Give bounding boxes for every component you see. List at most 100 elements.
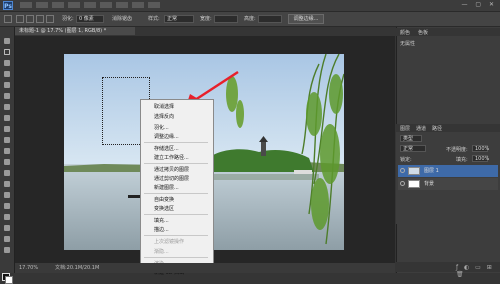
fill-input[interactable]: 100% bbox=[472, 155, 489, 162]
history-brush-tool-icon[interactable] bbox=[2, 136, 12, 144]
eye-icon[interactable] bbox=[400, 168, 405, 173]
intersect-selection-icon[interactable] bbox=[46, 15, 54, 23]
feather-label: 羽化: bbox=[62, 16, 74, 22]
opacity-input[interactable]: 100% bbox=[472, 145, 489, 152]
context-menu-item[interactable]: 通过拷贝的图层 bbox=[154, 166, 212, 174]
layer-actions-icons[interactable]: ƒ ◐ ▭ ⊞ 🗑 bbox=[456, 264, 500, 278]
eraser-tool-icon[interactable] bbox=[2, 147, 12, 155]
menu-item[interactable] bbox=[100, 2, 112, 8]
menu-item[interactable] bbox=[132, 2, 144, 8]
blur-tool-icon[interactable] bbox=[2, 169, 12, 177]
zoom-level[interactable]: 17.70% bbox=[19, 263, 38, 273]
tab-paths[interactable]: 路径 bbox=[432, 125, 442, 132]
add-selection-icon[interactable] bbox=[26, 15, 34, 23]
background-color-swatch[interactable] bbox=[5, 276, 13, 284]
menu-item[interactable] bbox=[148, 2, 160, 8]
context-menu-item[interactable]: 存储选区... bbox=[154, 145, 212, 153]
brush-tool-icon[interactable] bbox=[2, 114, 12, 122]
status-bar: 17.70% 文档:20.1M/20.1M bbox=[15, 263, 395, 273]
pavilion bbox=[294, 170, 312, 174]
blend-mode-select[interactable]: 正常 bbox=[400, 145, 426, 152]
feather-input[interactable]: 0 像素 bbox=[76, 15, 104, 23]
layer-thumbnail bbox=[408, 167, 420, 175]
opacity-label: 不透明度: bbox=[446, 147, 468, 153]
hand-tool-icon[interactable] bbox=[2, 235, 12, 243]
layer-name: 背景 bbox=[424, 181, 435, 187]
tab-layers[interactable]: 图层 bbox=[400, 125, 410, 132]
tab-swatches[interactable]: 色板 bbox=[418, 29, 428, 36]
context-menu-item[interactable]: 建立工作路径... bbox=[154, 154, 212, 162]
tab-channels[interactable]: 通道 bbox=[416, 125, 426, 132]
marquee-tool-preset-icon[interactable] bbox=[4, 15, 12, 23]
refine-edge-button[interactable]: 调整边缘... bbox=[288, 14, 324, 24]
menu-separator bbox=[144, 193, 208, 194]
layer-thumbnail bbox=[408, 180, 420, 188]
willow-leaves bbox=[306, 74, 343, 230]
menu-separator bbox=[144, 142, 208, 143]
island-reflection bbox=[199, 174, 319, 180]
height-input[interactable] bbox=[258, 15, 282, 23]
width-input[interactable] bbox=[214, 15, 238, 23]
menu-item[interactable] bbox=[52, 2, 64, 8]
menu-separator bbox=[144, 214, 208, 215]
options-bar: 羽化: 0 像素 消除锯齿 样式: 正常 宽度: 高度: 调整边缘... bbox=[0, 12, 500, 27]
eye-icon[interactable] bbox=[400, 181, 405, 186]
pen-tool-icon[interactable] bbox=[2, 191, 12, 199]
path-selection-tool-icon[interactable] bbox=[2, 213, 12, 221]
quick-select-tool-icon[interactable] bbox=[2, 70, 12, 78]
menu-item[interactable] bbox=[116, 2, 128, 8]
healing-brush-tool-icon[interactable] bbox=[2, 103, 12, 111]
context-menu-item[interactable]: 取消选择 bbox=[154, 103, 212, 111]
fill-label: 填充: bbox=[456, 157, 468, 163]
lasso-tool-icon[interactable] bbox=[2, 59, 12, 67]
menu-separator bbox=[144, 257, 208, 258]
document-size[interactable]: 文档:20.1M/20.1M bbox=[55, 263, 99, 273]
tools-panel bbox=[0, 27, 15, 284]
eyedropper-tool-icon[interactable] bbox=[2, 92, 12, 100]
window-controls[interactable]: — ▢ ✕ bbox=[461, 1, 497, 8]
layer-row[interactable]: 背景 bbox=[398, 178, 498, 190]
clone-stamp-tool-icon[interactable] bbox=[2, 125, 12, 133]
context-menu-item[interactable]: 调整边缘... bbox=[154, 133, 212, 141]
rectangle-tool-icon[interactable] bbox=[2, 224, 12, 232]
menu-item[interactable] bbox=[84, 2, 96, 8]
layer-filter-select[interactable]: 类型 bbox=[400, 135, 422, 142]
context-menu-items: 取消选择选择反向羽化... 调整边缘... 存储选区... 建立工作路径... 通过拷贝… bbox=[140, 99, 214, 276]
document-tab[interactable]: 未标题-1 @ 17.7% (图层 1, RGB/8) * bbox=[15, 27, 135, 35]
menu-item[interactable] bbox=[68, 2, 80, 8]
zoom-tool-icon[interactable] bbox=[2, 246, 12, 254]
context-menu-item[interactable]: 自由变换 bbox=[154, 196, 212, 204]
new-selection-icon[interactable] bbox=[16, 15, 24, 23]
type-tool-icon[interactable] bbox=[2, 202, 12, 210]
antialias-checkbox[interactable]: 消除锯齿 bbox=[112, 15, 132, 22]
context-menu-item[interactable]: 新建图层... bbox=[154, 184, 212, 192]
context-menu-item[interactable]: 填充... bbox=[154, 217, 212, 225]
context-menu-item[interactable]: 描边... bbox=[154, 226, 212, 234]
height-label: 高度: bbox=[244, 16, 256, 22]
dodge-tool-icon[interactable] bbox=[2, 180, 12, 188]
style-select[interactable]: 正常 bbox=[164, 15, 194, 23]
photoshop-logo: Ps bbox=[3, 1, 13, 10]
move-tool-icon[interactable] bbox=[2, 37, 12, 45]
layers-panel-tabs: 图层 通道 路径 bbox=[396, 124, 500, 132]
context-menu-item[interactable]: 通过剪切的图层 bbox=[154, 175, 212, 183]
crop-tool-icon[interactable] bbox=[2, 81, 12, 89]
layers-panel-footer: ƒ ◐ ▭ ⊞ 🗑 bbox=[396, 262, 500, 278]
context-menu-item[interactable]: 选择反向 bbox=[154, 113, 212, 121]
marquee-tool-icon[interactable] bbox=[2, 48, 12, 56]
menu-item[interactable] bbox=[36, 2, 48, 8]
pagoda bbox=[261, 140, 266, 156]
context-menu-item[interactable]: 羽化... bbox=[154, 124, 212, 132]
arrow-line bbox=[191, 70, 239, 104]
layer-row-selected[interactable]: 图层 1 bbox=[398, 165, 498, 177]
layer-name: 图层 1 bbox=[424, 168, 439, 174]
context-menu-item: 渐隐... bbox=[154, 249, 169, 255]
tab-color[interactable]: 颜色 bbox=[400, 29, 410, 36]
context-menu-item: 上次滤镜操作 bbox=[154, 239, 185, 245]
gradient-tool-icon[interactable] bbox=[2, 158, 12, 166]
style-label: 样式: bbox=[148, 16, 160, 22]
island bbox=[199, 149, 314, 172]
context-menu-item[interactable]: 变换选区 bbox=[154, 205, 212, 213]
menu-item[interactable] bbox=[20, 2, 32, 8]
subtract-selection-icon[interactable] bbox=[36, 15, 44, 23]
